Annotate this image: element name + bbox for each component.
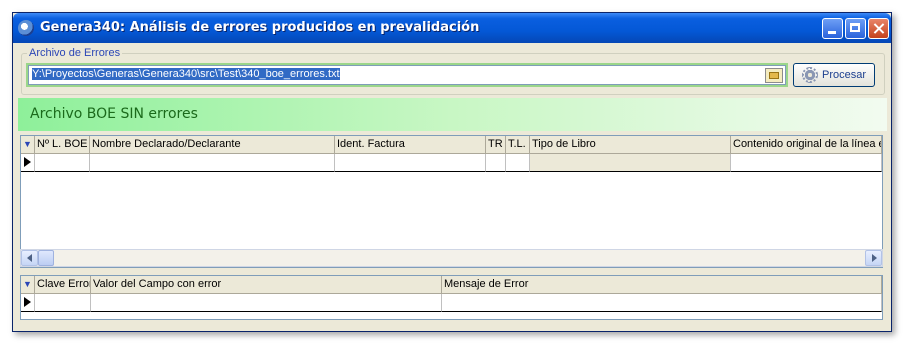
scroll-thumb[interactable] — [38, 250, 54, 266]
errors-grid[interactable]: ▼ Clave Error Valor del Campo con error … — [20, 275, 883, 320]
column-header[interactable]: Clave Error — [35, 276, 91, 294]
records-grid-header: ▼ Nº L. BOE Nombre Declarado/Declarante … — [21, 136, 882, 154]
table-cell[interactable] — [731, 154, 882, 172]
table-cell[interactable] — [35, 154, 90, 172]
column-header[interactable]: TR — [486, 136, 506, 154]
process-button-label: Procesar — [821, 69, 867, 81]
file-group-label: Archivo de Errores — [27, 47, 123, 59]
table-cell[interactable] — [506, 154, 530, 172]
status-banner: Archivo BOE SIN errores — [18, 98, 887, 131]
column-header[interactable]: Nombre Declarado/Declarante — [90, 136, 335, 154]
folder-open-icon[interactable] — [765, 68, 783, 83]
table-cell[interactable] — [90, 154, 335, 172]
window-title: Genera340: Análisis de errores producido… — [40, 20, 480, 35]
column-header[interactable]: Valor del Campo con error — [91, 276, 442, 294]
close-button[interactable] — [868, 18, 889, 39]
minimize-button[interactable] — [822, 18, 843, 39]
table-cell[interactable] — [530, 154, 731, 172]
column-header[interactable]: Nº L. BOE — [35, 136, 90, 154]
column-header[interactable]: T.L. — [506, 136, 530, 154]
table-cell[interactable] — [35, 294, 91, 312]
table-cell[interactable] — [486, 154, 506, 172]
row-indicator-icon — [21, 294, 35, 312]
file-path-input[interactable]: Y:\Proyectos\Generas\Genera340\src\Test\… — [28, 65, 786, 85]
maximize-button[interactable] — [845, 18, 866, 39]
table-row[interactable] — [21, 154, 882, 172]
scroll-left-icon[interactable] — [21, 250, 38, 266]
process-button[interactable]: Procesar — [793, 63, 875, 87]
row-indicator-icon — [21, 154, 35, 172]
column-selector-icon[interactable]: ▼ — [21, 136, 35, 154]
column-header[interactable]: Contenido original de la línea en — [731, 136, 882, 154]
table-cell[interactable] — [335, 154, 486, 172]
app-logo-icon[interactable] — [18, 20, 34, 36]
title-bar[interactable]: Genera340: Análisis de errores producido… — [13, 13, 891, 43]
column-selector-icon[interactable]: ▼ — [21, 276, 35, 294]
analysis-window: Genera340: Análisis de errores producido… — [12, 12, 892, 332]
file-path-value: Y:\Proyectos\Generas\Genera340\src\Test\… — [32, 68, 340, 80]
table-cell[interactable] — [442, 294, 882, 312]
gear-icon — [801, 67, 818, 83]
horizontal-scrollbar[interactable] — [20, 249, 883, 267]
column-header[interactable]: Tipo de Libro — [530, 136, 731, 154]
status-banner-text: Archivo BOE SIN errores — [30, 106, 198, 122]
table-cell[interactable] — [91, 294, 442, 312]
column-header[interactable]: Mensaje de Error — [442, 276, 882, 294]
errors-grid-header: ▼ Clave Error Valor del Campo con error … — [21, 276, 882, 294]
scroll-right-icon[interactable] — [865, 250, 882, 266]
table-row[interactable] — [21, 294, 882, 312]
column-header[interactable]: Ident. Factura — [335, 136, 486, 154]
